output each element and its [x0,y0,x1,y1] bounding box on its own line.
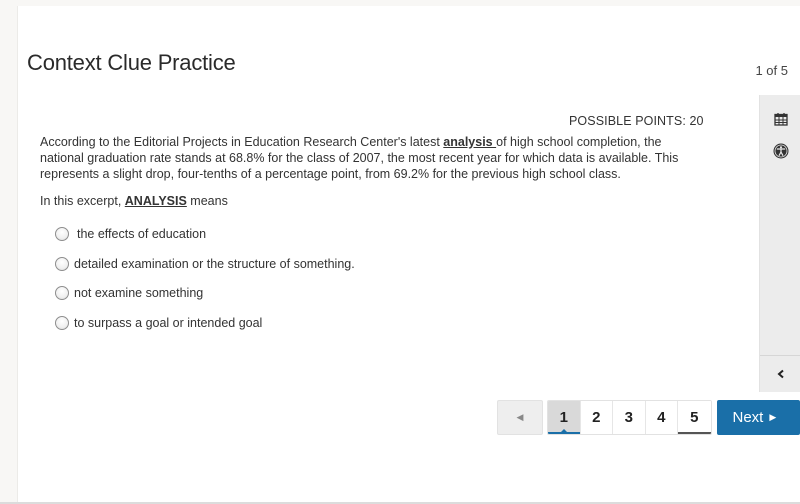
next-button[interactable]: Next ▶ [716,400,800,435]
triangle-right-icon: ▶ [769,412,777,422]
sidebar-divider [760,355,800,356]
radio-button[interactable] [55,286,69,301]
calendar-button[interactable] [760,104,800,134]
page-title: Context Clue Practice [27,50,236,75]
previous-button[interactable]: ◀ [497,400,543,435]
calendar-icon [774,113,788,126]
collapse-sidebar-button[interactable] [760,359,800,389]
page-button-4[interactable]: 4 [645,401,678,434]
question-prompt: In this excerpt, ANALYSIS means [40,194,228,208]
answer-option-label[interactable]: to surpass a goal or intended goal [74,316,262,330]
radio-button[interactable] [55,227,69,241]
answer-option[interactable]: detailed examination or the structure of… [55,255,355,273]
next-button-label: Next [732,409,764,426]
accessibility-icon [773,143,789,159]
tools-sidebar [759,95,800,392]
possible-points: POSSIBLE POINTS: 20 [569,114,704,128]
quiz-page: Context Clue Practice 1 of 5 POSSIBLE PO… [17,6,800,502]
answer-option[interactable]: not examine something [55,284,355,302]
page-button-5[interactable]: 5 [678,401,711,434]
prompt-text-after: means [186,194,228,208]
question-passage: According to the Editorial Projects in E… [40,134,704,182]
triangle-left-icon: ◀ [516,412,524,422]
prompt-text-before: In this excerpt, [40,194,125,208]
answer-option-label[interactable]: detailed examination or the structure of… [74,257,355,271]
answer-option-label[interactable]: not examine something [74,286,203,300]
passage-text-before: According to the Editorial Projects in E… [40,135,444,149]
passage-keyword: analysis [443,135,497,149]
radio-button[interactable] [55,256,69,271]
page-button-3[interactable]: 3 [613,401,646,434]
radio-button[interactable] [55,316,69,331]
page-button-1[interactable]: 1 [548,401,581,434]
page-numbers: 1 2 3 4 5 [547,400,712,435]
accessibility-button[interactable] [760,136,800,166]
answer-option[interactable]: the effects of education [55,225,355,243]
prompt-keyword: ANALYSIS [124,194,187,208]
question-counter: 1 of 5 [755,63,788,78]
pagination: ◀ 1 2 3 4 5 Next ▶ [497,400,800,435]
page-button-2[interactable]: 2 [580,401,613,434]
answer-option[interactable]: to surpass a goal or intended goal [55,314,355,332]
chevron-left-icon [777,369,784,379]
answer-option-label[interactable]: the effects of education [74,227,206,241]
answer-options: the effects of education detailed examin… [55,225,355,344]
